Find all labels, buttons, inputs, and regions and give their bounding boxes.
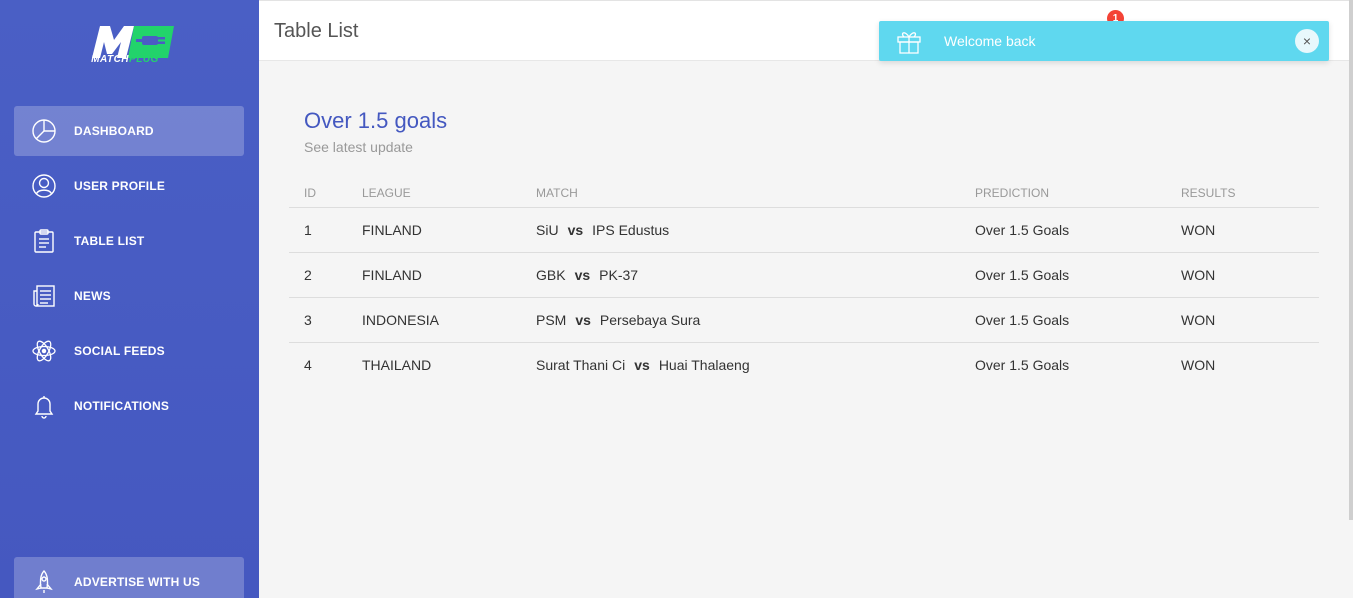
cell-id: 4 (304, 357, 312, 373)
sidebar-item-table-list[interactable]: TABLE LIST (14, 216, 244, 266)
clipboard-icon (29, 226, 59, 256)
advertise-label: ADVERTISE WITH US (74, 575, 201, 589)
rocket-icon (29, 567, 59, 597)
home-team: Surat Thani Ci (536, 357, 626, 373)
cell-id: 3 (289, 297, 347, 343)
table-row: 2 FINLAND GBK vs PK-37 Over 1.5 Goals WON (289, 252, 1319, 298)
cell-league: THAILAND (362, 357, 432, 373)
table-row: 3 INDONESIA PSM vs Persebaya Sura Over 1.5… (289, 297, 1319, 343)
away-team: Huai Thalaeng (658, 357, 750, 373)
sidebar-item-label: USER PROFILE (74, 179, 166, 193)
cell-match: PSM vs Persebaya Sura (521, 297, 960, 343)
cell-league: FINLAND (347, 207, 521, 253)
vs-label: vs (575, 312, 591, 328)
cell-result: WON (1166, 252, 1319, 298)
vs-label: vs (634, 357, 650, 373)
card-subtitle: See latest update (304, 139, 413, 155)
home-team: SiU (536, 222, 559, 238)
cell-league: FINLAND (347, 252, 521, 298)
card-title: Over 1.5 goals (304, 108, 448, 133)
column-header-match: MATCH (521, 178, 960, 208)
cell-result: WON (1181, 357, 1216, 373)
away-team: IPS Edustus (592, 222, 670, 238)
cell-id: 2 (289, 252, 347, 298)
column-header-prediction: PREDICTION (960, 178, 1166, 208)
cell-prediction: Over 1.5 Goals (975, 357, 1070, 373)
sidebar: MATCHPLUG DASHBOARD USER PROFILE TABLE L… (0, 0, 259, 598)
sidebar-item-label: TABLE LIST (74, 234, 145, 248)
cell-league: INDONESIA (347, 297, 521, 343)
vs-label: vs (574, 267, 591, 283)
sidebar-item-label: SOCIAL FEEDS (74, 344, 165, 358)
column-header-id: ID (289, 178, 347, 208)
cell-result: WON (1166, 297, 1319, 343)
user-icon (29, 171, 59, 201)
home-team: GBK (536, 267, 566, 283)
newspaper-icon (29, 281, 59, 311)
cell-prediction: Over 1.5 Goals (960, 252, 1166, 298)
atom-icon (29, 336, 59, 366)
vs-label: vs (567, 222, 584, 238)
pie-chart-icon (29, 116, 59, 146)
table-row: 1 FINLAND SiU vs IPS Edustus Over 1.5 Goal… (289, 207, 1319, 253)
sidebar-item-user-profile[interactable]: USER PROFILE (14, 161, 244, 211)
scrollbar[interactable] (1349, 0, 1353, 520)
sidebar-item-label: DASHBOARD (74, 124, 154, 138)
sidebar-item-news[interactable]: NEWS (14, 271, 244, 321)
bell-icon (29, 391, 59, 421)
toast-message: Welcome back (944, 33, 1036, 49)
away-team: PK-37 (599, 267, 639, 283)
sidebar-item-label: NOTIFICATIONS (74, 399, 170, 413)
close-icon[interactable]: × (1295, 29, 1319, 53)
cell-match: GBK vs PK-37 (521, 252, 960, 298)
column-header-league: LEAGUE (347, 178, 521, 208)
away-team: Persebaya Sura (599, 312, 701, 328)
cell-prediction: Over 1.5 Goals (960, 207, 1166, 253)
advertise-button[interactable]: ADVERTISE WITH US (14, 557, 244, 598)
sidebar-item-notifications[interactable]: NOTIFICATIONS (14, 381, 244, 431)
predictions-table: ID LEAGUE MATCH PREDICTION RESULTS 1 FIN… (289, 178, 1319, 387)
cell-prediction: Over 1.5 Goals (960, 297, 1166, 343)
cell-match: Surat Thani Ci vs Huai Thalaeng (521, 343, 960, 388)
welcome-toast: Welcome back × (879, 21, 1329, 61)
column-header-results: RESULTS (1166, 178, 1319, 208)
table-header-row: ID LEAGUE MATCH PREDICTION RESULTS (289, 178, 1319, 208)
cell-id: 1 (289, 207, 347, 253)
brand-name: MATCHPLUG (91, 54, 159, 65)
cell-match: SiU vs IPS Edustus (521, 207, 960, 253)
sidebar-item-label: NEWS (74, 289, 111, 303)
sidebar-item-social-feeds[interactable]: SOCIAL FEEDS (14, 326, 244, 376)
table-row: 4 THAILAND Surat Thani Ci vs Huai Thalaeng… (289, 343, 1319, 388)
gift-icon (897, 32, 921, 54)
home-team: PSM (536, 312, 567, 328)
page-title: Table List (274, 20, 359, 42)
sidebar-nav: DASHBOARD USER PROFILE TABLE LIST NEWS S… (14, 106, 244, 436)
card-header: Over 1.5 goals See latest update (304, 108, 447, 155)
cell-result: WON (1166, 207, 1319, 253)
sidebar-item-dashboard[interactable]: DASHBOARD (14, 106, 244, 156)
